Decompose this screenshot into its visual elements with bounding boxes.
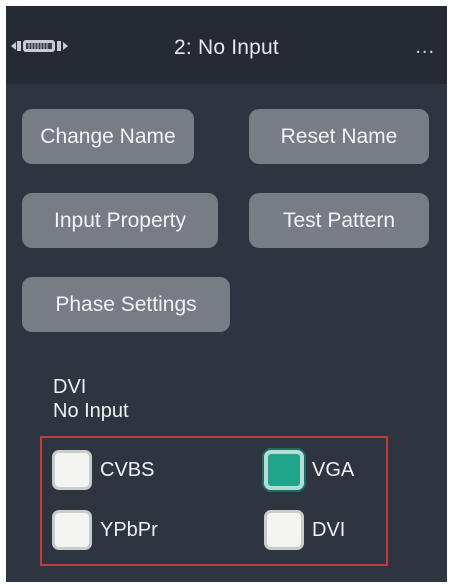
cvbs-option[interactable]: CVBS <box>52 450 154 490</box>
ypbpr-option[interactable]: YPbPr <box>52 510 158 550</box>
input-property-button[interactable]: Input Property <box>22 193 218 248</box>
dvi-label: DVI <box>312 518 346 541</box>
dvi-checkbox[interactable] <box>264 510 304 550</box>
vga-checkbox[interactable] <box>264 450 304 490</box>
ypbpr-label: YPbPr <box>100 518 158 541</box>
test-pattern-button[interactable]: Test Pattern <box>249 193 429 248</box>
more-options-button[interactable]: ... <box>415 36 435 59</box>
dvi-option[interactable]: DVI <box>264 510 345 550</box>
phase-settings-button[interactable]: Phase Settings <box>22 277 230 332</box>
page-title: 2: No Input <box>174 36 279 59</box>
input-type-group: CVBS VGA YPbPr DVI <box>40 436 388 566</box>
signal-type-label: DVI <box>53 376 87 398</box>
cvbs-label: CVBS <box>100 458 155 481</box>
header-bar: 2: No Input ... <box>6 6 447 84</box>
vga-label: VGA <box>312 458 355 481</box>
change-name-button[interactable]: Change Name <box>22 109 194 164</box>
reset-name-button[interactable]: Reset Name <box>249 109 429 164</box>
signal-state-label: No Input <box>53 400 129 422</box>
cvbs-checkbox[interactable] <box>52 450 92 490</box>
input-settings-panel: 2: No Input ... Change Name Reset Name I… <box>6 6 447 582</box>
vga-option[interactable]: VGA <box>264 450 354 490</box>
ypbpr-checkbox[interactable] <box>52 510 92 550</box>
